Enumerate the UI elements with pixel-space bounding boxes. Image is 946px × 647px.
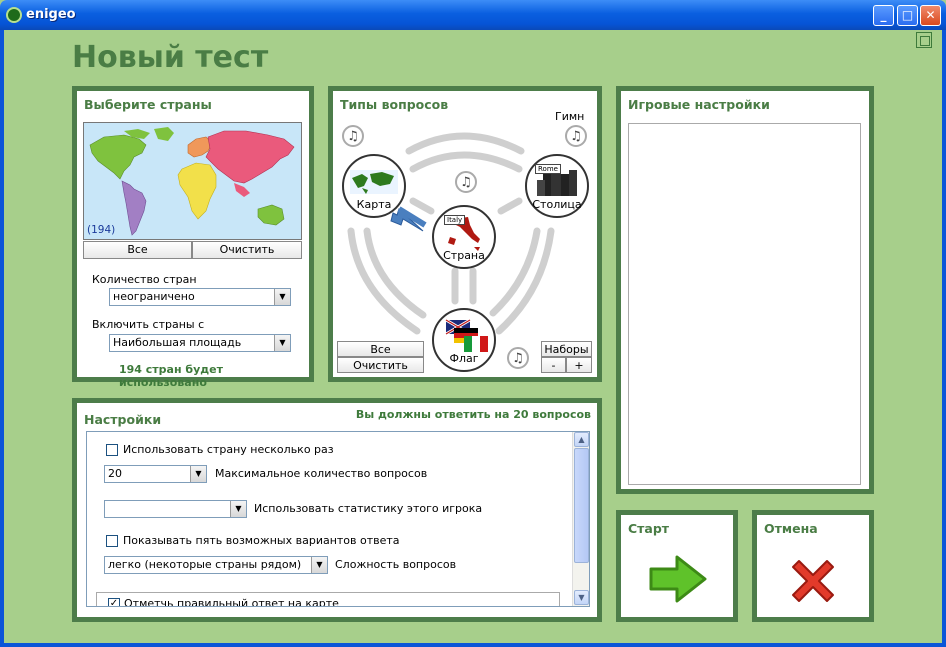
question-node-country-label: Страна: [443, 249, 485, 262]
fullscreen-icon[interactable]: [916, 32, 932, 48]
scrollbar-thumb[interactable]: [574, 448, 589, 563]
settings-title: Настройки: [84, 412, 162, 427]
window-frame-right: [942, 30, 946, 647]
country-count-value: неограничено: [113, 290, 195, 303]
country-tag: Italy: [444, 215, 466, 225]
cancel-x-icon[interactable]: [785, 553, 841, 609]
use-country-multiple-checkbox[interactable]: [106, 444, 118, 456]
chevron-down-icon: ▼: [311, 557, 327, 573]
countries-summary: 194 стран будет использовано: [119, 363, 223, 389]
question-node-capital[interactable]: Rome Столица: [525, 154, 589, 218]
country-count-select[interactable]: неограничено ▼: [109, 288, 291, 306]
world-map-graphic: [89, 127, 295, 236]
question-node-map-label: Карта: [356, 198, 392, 211]
map-country-count: (194): [87, 224, 116, 236]
question-node-flag-label: Флаг: [449, 352, 479, 365]
flag-anthem-icon[interactable]: ♫: [507, 347, 529, 369]
game-settings-list[interactable]: [628, 123, 861, 485]
mark-on-map-row: ✓ Отметчь правильный ответ на карте: [96, 592, 560, 607]
game-settings-title: Игровые настройки: [628, 97, 770, 112]
countries-clear-button[interactable]: Очистить: [192, 241, 302, 259]
start-arrow-icon[interactable]: [647, 553, 711, 605]
capital-tag: Rome: [535, 164, 561, 174]
sets-minus-button[interactable]: -: [541, 357, 566, 373]
player-stats-label: Использовать статистику этого игрока: [254, 502, 483, 515]
countries-all-button[interactable]: Все: [83, 241, 192, 259]
chevron-down-icon: ▼: [190, 466, 206, 482]
chevron-down-icon: ▼: [274, 335, 290, 351]
settings-panel: Настройки Вы должны ответить на 20 вопро…: [72, 398, 602, 622]
settings-scroll-area[interactable]: Использовать страну несколько раз 20 ▼ М…: [86, 431, 590, 607]
app-icon: [6, 7, 22, 23]
sets-button[interactable]: Наборы: [541, 341, 592, 357]
max-questions-value: 20: [108, 467, 122, 480]
countries-panel: Выберите страны (194) Все Очистить Колич…: [72, 86, 314, 389]
difficulty-label: Сложность вопросов: [335, 558, 457, 571]
game-settings-panel: Игровые настройки: [616, 86, 874, 494]
include-countries-select[interactable]: Наибольшая площадь ▼: [109, 334, 291, 352]
world-map[interactable]: (194): [83, 122, 302, 240]
mark-on-map-checkbox[interactable]: ✓: [108, 598, 120, 606]
country-count-label: Количество стран: [92, 273, 197, 286]
difficulty-value: легко (некоторые страны рядом): [108, 558, 302, 571]
title-bar: enigeo _ □ ✕: [0, 0, 946, 30]
include-countries-label: Включить страны с: [92, 318, 205, 331]
question-node-map[interactable]: Карта: [342, 154, 406, 218]
show-five-options-label: Показывать пять возможных вариантов отве…: [123, 534, 400, 547]
capital-anthem-icon[interactable]: ♫: [565, 125, 587, 147]
difficulty-select[interactable]: легко (некоторые страны рядом) ▼: [104, 556, 328, 574]
show-five-options-checkbox[interactable]: [106, 535, 118, 547]
player-stats-select[interactable]: ▼: [104, 500, 247, 518]
countries-panel-title: Выберите страны: [84, 97, 212, 112]
cancel-title: Отмена: [764, 521, 818, 536]
question-node-capital-label: Столица: [532, 198, 582, 211]
question-types-panel: Типы вопросов Гимн ♫ ♫ ♫ ♫ Карта Rome Ст…: [328, 86, 602, 382]
chevron-down-icon: ▼: [230, 501, 246, 517]
maximize-button[interactable]: □: [897, 5, 918, 26]
page-title: Новый тест: [72, 40, 269, 75]
close-button[interactable]: ✕: [920, 5, 941, 26]
window-title: enigeo: [26, 7, 76, 22]
map-anthem-icon[interactable]: ♫: [342, 125, 364, 147]
scroll-down-icon[interactable]: ▼: [574, 590, 589, 605]
start-title: Старт: [628, 521, 670, 536]
questions-requirement: Вы должны ответить на 20 вопросов: [355, 408, 591, 421]
window-frame-left: [0, 30, 4, 647]
country-anthem-icon[interactable]: ♫: [455, 171, 477, 193]
scroll-up-icon[interactable]: ▲: [574, 432, 589, 447]
question-node-country[interactable]: Italy Страна: [432, 205, 496, 269]
question-types-clear-button[interactable]: Очистить: [337, 357, 424, 373]
use-country-multiple-label: Использовать страну несколько раз: [123, 443, 334, 456]
question-node-flag[interactable]: Флаг: [432, 308, 496, 372]
include-countries-value: Наибольшая площадь: [113, 336, 242, 349]
mark-on-map-label: Отметчь правильный ответ на карте: [124, 597, 339, 607]
start-panel[interactable]: Старт: [616, 510, 738, 622]
max-questions-label: Максимальное количество вопросов: [215, 467, 428, 480]
max-questions-select[interactable]: 20 ▼: [104, 465, 207, 483]
sets-plus-button[interactable]: +: [566, 357, 592, 373]
minimize-button[interactable]: _: [873, 5, 894, 26]
window-frame-bottom: [0, 643, 946, 647]
settings-scrollbar[interactable]: ▲ ▼: [572, 432, 589, 606]
question-types-all-button[interactable]: Все: [337, 341, 424, 357]
cancel-panel[interactable]: Отмена: [752, 510, 874, 622]
chevron-down-icon: ▼: [274, 289, 290, 305]
